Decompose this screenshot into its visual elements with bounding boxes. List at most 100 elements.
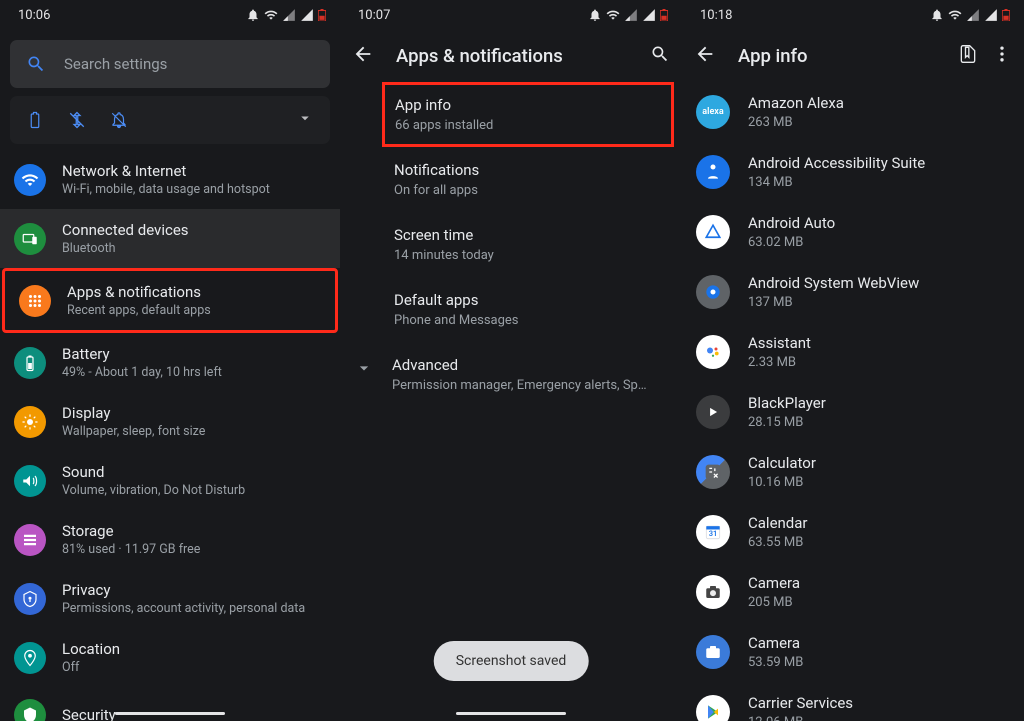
item-sub: Volume, vibration, Do Not Disturb [62,483,245,498]
app-row[interactable]: Assistant2.33 MB [682,322,1024,382]
battery-icon [14,347,46,379]
search-icon [26,54,46,74]
app-row[interactable]: BlackPlayer28.15 MB [682,382,1024,442]
back-button[interactable] [352,43,374,69]
app-name: Android Auto [748,214,835,232]
search-settings[interactable]: Search settings [10,40,330,88]
app-info-panel: 10:18 App info alexa Amazon Alexa 263 MB An… [682,0,1024,721]
app-name: Calendar [748,514,808,532]
settings-item-apps[interactable]: Apps & notificationsRecent apps, default… [2,268,338,333]
app-size: 2.33 MB [748,355,811,370]
row-title: Default apps [394,291,662,309]
status-time: 10:06 [18,8,50,23]
app-name: BlackPlayer [748,394,826,412]
nav-bar[interactable] [115,712,225,715]
no-signal-icon [966,8,980,22]
settings-item-storage[interactable]: Storage81% used · 11.97 GB free [0,510,340,569]
wifi-icon [14,164,46,196]
panel-header: Apps & notifications [340,30,682,82]
toast-screenshot-saved[interactable]: Screenshot saved [434,641,589,681]
back-button[interactable] [694,43,716,69]
app-row[interactable]: Android System WebView137 MB [682,262,1024,322]
quick-settings-strip[interactable] [10,96,330,144]
app-icon [696,635,730,669]
search-button[interactable] [650,44,670,68]
settings-item-display[interactable]: Display Wallpaper, sleep, font size [0,392,340,451]
app-size: 137 MB [748,295,919,310]
item-title: Battery [62,345,222,363]
app-list: alexa Amazon Alexa 263 MB Android Accessibi… [682,82,1024,721]
app-row[interactable]: Camera53.59 MB [682,622,1024,682]
item-title: Location [62,640,120,658]
setting-row[interactable]: Default appsPhone and Messages [340,277,682,342]
setting-row[interactable]: NotificationsOn for all apps [340,147,682,212]
status-icons [588,8,668,22]
settings-item-sound[interactable]: SoundVolume, vibration, Do Not Disturb [0,451,340,510]
app-size: 53.59 MB [748,655,803,670]
app-row[interactable]: alexa Amazon Alexa 263 MB [682,82,1024,142]
item-title: Storage [62,522,200,540]
data-off-icon [68,111,86,129]
item-title: Privacy [62,581,305,599]
item-sub: Wi-Fi, mobile, data usage and hotspot [62,182,270,197]
item-title: Display [62,404,205,422]
devices-icon [14,223,46,255]
storage-icon [14,524,46,556]
app-row[interactable]: 31Calendar63.55 MB [682,502,1024,562]
sound-icon [14,465,46,497]
app-icon [696,455,730,489]
app-size: 12.06 MB [748,715,853,721]
status-time: 10:18 [700,8,732,23]
status-icons [246,8,326,22]
location-icon [14,642,46,674]
display-icon [14,406,46,438]
app-icon [696,335,730,369]
advanced-title: Advanced [392,356,652,374]
battery-icon [318,9,326,21]
signal-icon [984,8,998,22]
app-icon [696,695,730,721]
item-sub: 49% - About 1 day, 10 hrs left [62,365,222,380]
setting-row[interactable]: Screen time14 minutes today [340,212,682,277]
app-row[interactable]: Carrier Services 12.06 MB [682,682,1024,721]
app-size: 205 MB [748,595,800,610]
app-icon [696,395,730,429]
settings-item-location[interactable]: LocationOff [0,628,340,687]
wifi-icon [606,8,620,22]
filter-button[interactable] [958,44,978,68]
app-row[interactable]: Camera 205 MB [682,562,1024,622]
row-sub: 14 minutes today [394,248,662,263]
settings-panel: 10:06 Search settings Network & Internet… [0,0,340,721]
app-size: 10.16 MB [748,475,816,490]
app-icon: alexa [696,95,730,129]
settings-item-wifi[interactable]: Network & Internet Wi-Fi, mobile, data us… [0,150,340,209]
settings-item-security[interactable]: Security [0,687,340,721]
row-sub: On for all apps [394,183,662,198]
advanced-row[interactable]: Advanced Permission manager, Emergency a… [340,342,682,407]
chevron-down-icon [354,358,374,382]
security-icon [14,699,46,721]
settings-item-privacy[interactable]: PrivacyPermissions, account activity, pe… [0,569,340,628]
app-size: 263 MB [748,115,844,130]
app-name: Carrier Services [748,694,853,712]
app-row[interactable]: Android Auto63.02 MB [682,202,1024,262]
settings-item-devices[interactable]: Connected devicesBluetooth [0,209,340,268]
advanced-sub: Permission manager, Emergency alerts, Sp… [392,378,652,393]
more-button[interactable] [992,44,1012,68]
item-title: Network & Internet [62,162,270,180]
app-icon [696,155,730,189]
app-row[interactable]: Calculator10.16 MB [682,442,1024,502]
nav-bar[interactable] [456,712,566,715]
app-info-row[interactable]: App info 66 apps installed [382,82,674,147]
wifi-icon [264,8,278,22]
app-icon [696,275,730,309]
panel-header: App info [682,30,1024,82]
item-sub: Recent apps, default apps [67,303,211,318]
no-signal-icon [624,8,638,22]
wifi-icon [948,8,962,22]
app-name: Camera [748,574,800,592]
settings-item-battery[interactable]: Battery 49% - About 1 day, 10 hrs left [0,333,340,392]
app-row[interactable]: Android Accessibility Suite134 MB [682,142,1024,202]
app-name: Amazon Alexa [748,94,844,112]
item-sub: Wallpaper, sleep, font size [62,424,205,439]
